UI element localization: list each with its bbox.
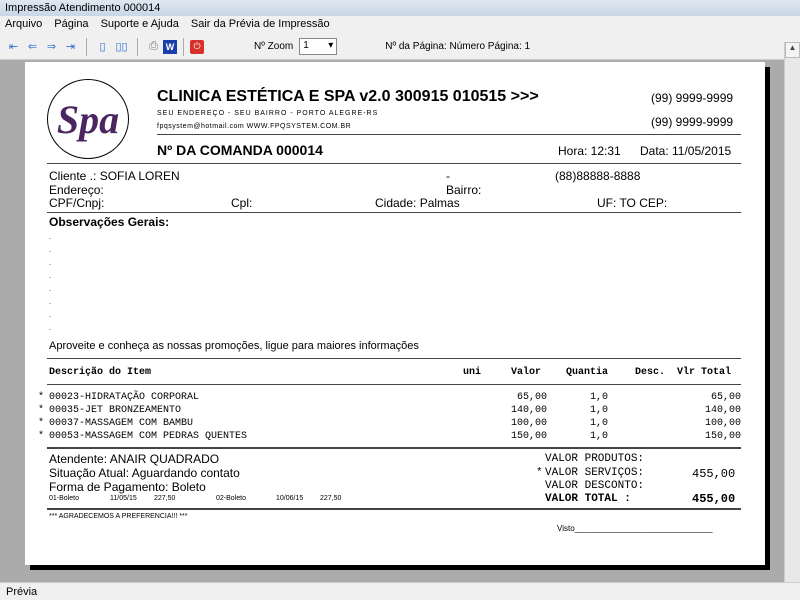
uf-cep: UF: TO CEP: [597,196,668,210]
item-mark: * [38,431,45,442]
header-desc: Desc. [635,367,666,378]
toolbar: ⇤ ⇐ ⇒ ⇥ ▯ ▯▯ ⎙ W ⏻ Nº Zoom 1 ▾ Nº da Pági… [0,34,800,60]
header-quantia: Quantia [566,367,609,378]
two-pages-icon[interactable]: ▯▯ [112,38,131,56]
parcela-1-tipo: 01-Boleto [49,495,79,502]
parcela-2-data: 10/06/15 [276,495,304,502]
valor-servicos-mark: * [536,467,543,479]
menu-suporte[interactable]: Suporte e Ajuda [101,18,179,32]
zoom-label: Nº Zoom [254,41,294,52]
valor-servicos: VALOR SERVIÇOS: [545,467,645,479]
company-address: SEU ENDEREÇO - SEU BAIRRO - PORTO ALEGRE… [157,110,379,117]
zoom-value: 1 [303,40,309,51]
first-page-icon[interactable]: ⇤ [4,38,23,56]
phone-2: (99) 9999-9999 [651,115,734,129]
item-valor: 140,00 [510,405,547,416]
prev-page-icon[interactable]: ⇐ [23,38,42,56]
single-page-icon[interactable]: ▯ [93,38,112,56]
visto-line: Visto_______________________________ [557,524,713,533]
item-desc: 00035-JET BRONZEAMENTO [49,405,182,416]
header-valor: Valor [511,367,542,378]
page-number: Nº da Página: Número Página: 1 [385,41,531,52]
item-mark: * [38,392,45,403]
divider [183,37,184,56]
window-title: Impressão Atendimento 000014 [0,0,800,16]
menu-arquivo[interactable]: Arquivo [5,18,42,32]
agradecimento: *** AGRADECEMOS A PREFERENCIA!!! *** [49,513,188,520]
item-qtd: 1,0 [589,392,608,403]
next-page-icon[interactable]: ⇒ [42,38,61,56]
item-total: 150,00 [704,431,741,442]
item-desc: 00023-HIDRATAÇÃO CORPORAL [49,392,200,403]
promo-text: Aproveite e conheça as nossas promoções,… [49,340,419,352]
comanda-number: Nº DA COMANDA 000014 [157,142,323,158]
pagamento: Forma de Pagamento: Boleto [49,480,206,494]
parcela-1-valor: 227,50 [154,495,176,502]
menu-bar: Arquivo Página Suporte e Ajuda Sair da P… [0,16,800,34]
print-icon[interactable]: ⎙ [144,38,163,56]
header-uni: uni [463,367,482,378]
last-page-icon[interactable]: ⇥ [61,38,80,56]
item-valor: 150,00 [510,431,547,442]
valor-total-value: 455,00 [692,492,736,506]
item-qtd: 1,0 [589,405,608,416]
obs-dots: ........ [49,232,52,332]
valor-total: VALOR TOTAL : [545,493,631,505]
valor-servicos-value: 455,00 [692,467,736,481]
situacao: Situação Atual: Aguardando contato [49,466,240,480]
atendente: Atendente: ANAIR QUADRADO [49,452,220,466]
valor-produtos: VALOR PRODUTOS: [545,453,645,465]
menu-sair[interactable]: Sair da Prévia de Impressão [191,18,330,32]
item-total: 100,00 [704,418,741,429]
vertical-scrollbar[interactable]: ▲ [784,42,800,582]
close-preview-icon[interactable]: ⏻ [190,39,204,54]
item-desc: 00053-MASSAGEM COM PEDRAS QUENTES [49,431,248,442]
item-qtd: 1,0 [589,431,608,442]
cpf: CPF/Cnpj: [49,196,105,210]
item-mark: * [38,418,45,429]
cliente: Cliente .: SOFIA LOREN [49,169,180,183]
cliente-phone: (88)88888-8888 [555,169,641,183]
endereco: Endereço: [49,183,104,197]
item-total: 140,00 [704,405,741,416]
hora: Hora: 12:31 [558,144,621,158]
item-total: 65,00 [710,392,741,403]
company-contact: fpqsystem@hotmail.com WWW.FPQSYSTEM.COM.… [157,123,352,130]
zoom-select[interactable]: 1 ▾ [299,38,338,55]
bairro: Bairro: [446,183,482,197]
parcela-2-valor: 227,50 [320,495,342,502]
header-descricao: Descrição do Item [49,367,152,378]
word-export-icon[interactable]: W [163,39,177,54]
obs-title: Observações Gerais: [49,215,170,229]
parcela-2-tipo: 02-Boleto [216,495,246,502]
item-valor: 65,00 [516,392,547,403]
item-desc: 00037-MASSAGEM COM BAMBU [49,418,194,429]
menu-pagina[interactable]: Página [54,18,88,32]
divider [86,37,87,56]
parcela-1-data: 11/05/15 [110,495,137,502]
chevron-down-icon: ▾ [328,40,334,51]
status-bar: Prévia [0,582,800,600]
item-mark: * [38,405,45,416]
divider [137,37,138,56]
spa-logo: Spa [47,79,129,159]
valor-desconto: VALOR DESCONTO: [545,480,645,492]
item-valor: 100,00 [510,418,547,429]
cpl: Cpl: [231,196,253,210]
data: Data: 11/05/2015 [640,144,732,158]
header-total: Vlr Total [677,367,732,378]
scroll-up-icon[interactable]: ▲ [785,42,800,58]
phone-1: (99) 9999-9999 [651,91,734,105]
company-name: CLINICA ESTÉTICA E SPA v2.0 300915 01051… [157,88,539,105]
dash: - [446,169,450,183]
cidade: Cidade: Palmas [375,196,460,210]
document-page: Spa CLINICA ESTÉTICA E SPA v2.0 300915 0… [25,62,765,565]
item-qtd: 1,0 [589,418,608,429]
